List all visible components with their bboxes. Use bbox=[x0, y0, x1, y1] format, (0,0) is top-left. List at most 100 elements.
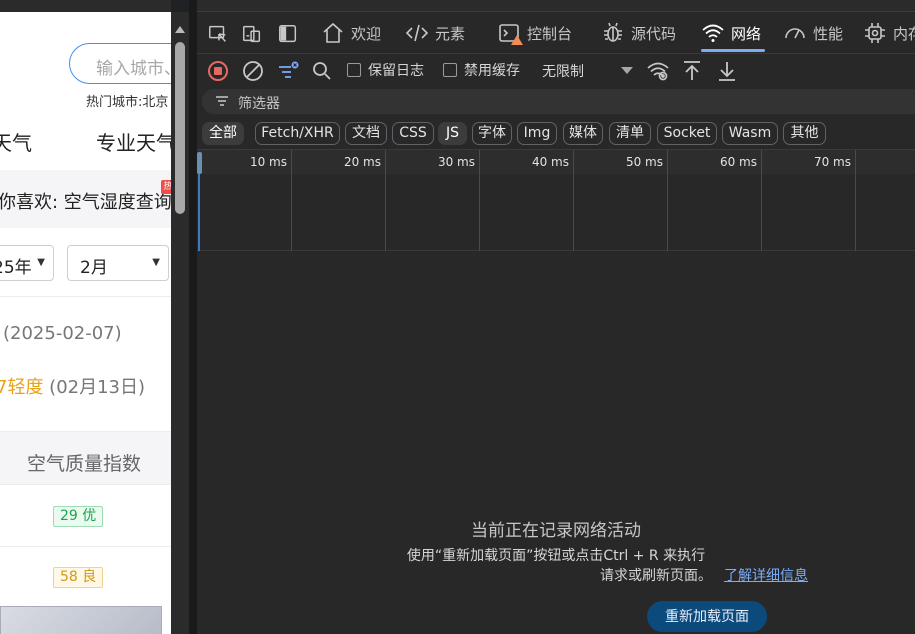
timeline-gridline bbox=[291, 150, 292, 251]
filter-chip-other[interactable]: 其他 bbox=[783, 122, 826, 145]
search-icon[interactable] bbox=[310, 59, 334, 83]
timeline-gridline bbox=[573, 150, 574, 251]
timeline-tick-label: 60 ms bbox=[719, 155, 757, 169]
tab-sources-label: 源代码 bbox=[631, 24, 677, 43]
scroll-up-arrow-icon[interactable] bbox=[175, 26, 185, 33]
timeline-tick-label: 20 ms bbox=[343, 155, 381, 169]
timeline-tick-label: 40 ms bbox=[531, 155, 569, 169]
tab-memory[interactable]: 内存 bbox=[863, 13, 915, 53]
upload-har-icon[interactable] bbox=[680, 59, 704, 83]
network-toolbar: 保留日志 禁用缓存 无限制 bbox=[197, 53, 915, 87]
tab-sources[interactable]: 源代码 bbox=[601, 13, 676, 53]
tab-performance[interactable]: 性能 bbox=[783, 13, 843, 53]
aqi-badge: 29 优 bbox=[53, 506, 104, 527]
pollen-level: 7轻度 bbox=[0, 377, 44, 398]
dock-side-icon[interactable] bbox=[277, 23, 299, 45]
clear-icon[interactable] bbox=[241, 59, 265, 83]
chevron-down-icon[interactable] bbox=[621, 67, 633, 74]
tab-network-label: 网络 bbox=[731, 24, 762, 43]
record-stop-icon[interactable] bbox=[206, 59, 230, 83]
divider bbox=[0, 546, 171, 547]
tab-console[interactable]: 控制台 bbox=[497, 13, 572, 53]
timeline-cursor bbox=[198, 174, 200, 251]
aqi-header-label: 空气质量指数 bbox=[27, 453, 142, 475]
year-select[interactable]: 25年 ▼ bbox=[0, 245, 54, 281]
checkbox-box[interactable] bbox=[443, 63, 457, 77]
network-overview-timeline[interactable]: 10 ms 20 ms 30 ms 40 ms 50 ms 60 ms 70 ms 8 bbox=[197, 149, 915, 251]
checkbox-box[interactable] bbox=[347, 63, 361, 77]
timeline-gridline bbox=[479, 150, 480, 251]
tab-elements[interactable]: 元素 bbox=[405, 13, 465, 53]
tab-network[interactable]: 网络 bbox=[701, 13, 766, 53]
disable-cache-label: 禁用缓存 bbox=[464, 63, 520, 79]
download-har-icon[interactable] bbox=[715, 59, 739, 83]
timeline-tick-label: 70 ms bbox=[813, 155, 851, 169]
timeline-gridline bbox=[385, 150, 386, 251]
aqi-table-header: 空气质量指数 bbox=[0, 431, 171, 485]
learn-more-link[interactable]: 了解详细信息 bbox=[724, 568, 808, 584]
warning-icon bbox=[511, 35, 523, 45]
device-emulation-icon[interactable] bbox=[241, 23, 263, 45]
home-icon bbox=[321, 21, 345, 45]
inspect-element-icon[interactable] bbox=[207, 23, 229, 45]
filter-chip-img[interactable]: Img bbox=[517, 122, 557, 145]
pollen-level-text: 7轻度 (02月13日) bbox=[0, 373, 145, 399]
filter-chip-socket[interactable]: Socket bbox=[657, 122, 717, 145]
month-select[interactable]: 2月 ▼ bbox=[67, 245, 169, 281]
timeline-range-handle[interactable] bbox=[197, 152, 202, 174]
network-conditions-icon[interactable] bbox=[646, 59, 670, 83]
tab-welcome-label: 欢迎 bbox=[351, 24, 382, 43]
filter-chip-js[interactable]: JS bbox=[438, 122, 467, 145]
wifi-icon bbox=[701, 21, 725, 45]
recording-description: 使用“重新加载页面”按钮或点击Ctrl + R 来执行 bbox=[406, 548, 706, 564]
browser-top-strip bbox=[0, 0, 171, 12]
recording-description-line2: 请求或刷新页面。 了解详细信息 bbox=[600, 565, 808, 585]
filter-chip-wasm[interactable]: Wasm bbox=[722, 122, 778, 145]
filter-placeholder: 筛选器 bbox=[238, 96, 280, 112]
hot-badge: 热 bbox=[161, 180, 171, 194]
divider bbox=[0, 296, 171, 297]
recommendation-row: 你喜欢: 空气湿度查询 bbox=[0, 170, 171, 228]
tab-weather[interactable]: 天气 bbox=[0, 127, 32, 156]
preserve-log-checkbox[interactable]: 保留日志 bbox=[347, 60, 424, 80]
date-text: (2025-02-07) bbox=[3, 323, 122, 344]
page-scrollbar[interactable] bbox=[171, 12, 189, 634]
timeline-tick-label: 8 bbox=[885, 155, 915, 169]
timeline-tick-label: 30 ms bbox=[437, 155, 475, 169]
preserve-log-label: 保留日志 bbox=[368, 63, 424, 79]
timeline-tick-label: 50 ms bbox=[625, 155, 663, 169]
reload-page-button[interactable]: 重新加载页面 bbox=[647, 601, 767, 632]
pollen-date: (02月13日) bbox=[43, 377, 146, 398]
disable-cache-checkbox[interactable]: 禁用缓存 bbox=[443, 60, 520, 80]
throttling-select[interactable]: 无限制 bbox=[542, 61, 584, 81]
filter-chip-fetch-xhr[interactable]: Fetch/XHR bbox=[255, 122, 340, 145]
filter-chip-css[interactable]: CSS bbox=[392, 122, 434, 145]
filter-chip-font[interactable]: 字体 bbox=[472, 122, 512, 145]
filter-chip-manifest[interactable]: 清单 bbox=[609, 122, 651, 145]
filter-chip-all[interactable]: 全部 bbox=[202, 122, 244, 145]
chip-icon bbox=[863, 21, 887, 45]
devtools-tab-bar: 欢迎 元素 控制台 源代码 网络 性能 内存 bbox=[197, 13, 915, 53]
filter-chip-media[interactable]: 媒体 bbox=[563, 122, 603, 145]
timeline-gridline bbox=[855, 150, 856, 251]
tab-memory-label: 内存 bbox=[893, 24, 915, 43]
chevron-down-icon: ▼ bbox=[37, 257, 45, 268]
recommendation-link[interactable]: 你喜欢: 空气湿度查询 bbox=[0, 188, 171, 214]
aqi-badge: 58 良 bbox=[53, 567, 104, 588]
filter-chip-doc[interactable]: 文档 bbox=[345, 122, 387, 145]
filter-toggle-icon[interactable] bbox=[276, 59, 300, 83]
timeline-tick-label: 10 ms bbox=[249, 155, 287, 169]
scrollbar-thumb[interactable] bbox=[175, 42, 185, 214]
tab-elements-label: 元素 bbox=[435, 24, 466, 43]
active-tab-indicator bbox=[701, 49, 766, 52]
city-search-input[interactable]: 输入城市、 bbox=[69, 43, 171, 84]
recording-title: 当前正在记录网络活动 bbox=[471, 521, 641, 541]
code-icon bbox=[405, 21, 429, 45]
network-empty-state: 当前正在记录网络活动 使用“重新加载页面”按钮或点击Ctrl + R 来执行 请… bbox=[197, 252, 915, 634]
filter-input[interactable]: 筛选器 bbox=[202, 89, 915, 114]
tab-professional-weather[interactable]: 专业天气 bbox=[96, 127, 171, 156]
tab-performance-label: 性能 bbox=[813, 24, 844, 43]
year-select-value: 25年 bbox=[0, 258, 32, 278]
panel-splitter[interactable] bbox=[189, 0, 197, 634]
tab-welcome[interactable]: 欢迎 bbox=[321, 13, 381, 53]
